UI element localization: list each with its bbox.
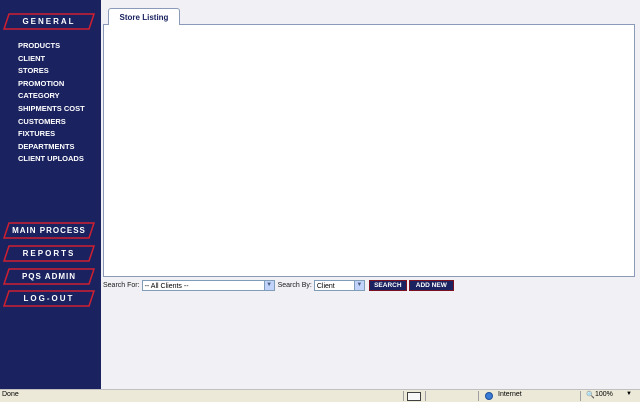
tab-store-listing-label: Store Listing — [119, 12, 169, 22]
tab-store-listing[interactable]: Store Listing — [108, 8, 180, 25]
menu-item-customers[interactable]: CUSTOMERS — [18, 116, 85, 129]
sidebar: GENERAL PRODUCTS CLIENT STORES PROMOTION… — [0, 0, 101, 389]
chevron-down-icon[interactable]: ▼ — [353, 281, 364, 290]
zoom-control[interactable]: 🔍 100% ▼ — [580, 391, 639, 401]
search-bar: Search For: -- All Clients -- ▼ Search B… — [103, 279, 454, 292]
general-menu: PRODUCTS CLIENT STORES PROMOTION CATEGOR… — [18, 40, 85, 166]
pqs-admin-button[interactable]: PQS ADMIN — [3, 268, 95, 285]
menu-item-fixtures[interactable]: FIXTURES — [18, 128, 85, 141]
general-label: GENERAL — [22, 17, 76, 26]
zoom-icon: 🔍 — [586, 392, 595, 399]
search-button-label: SEARCH — [374, 282, 402, 289]
logout-button[interactable]: LOG-OUT — [3, 290, 95, 307]
menu-item-departments[interactable]: DEPARTMENTS — [18, 141, 85, 154]
general-button[interactable]: GENERAL — [3, 13, 95, 30]
zoom-level: 100% — [595, 391, 613, 398]
globe-icon — [485, 392, 493, 400]
menu-item-client[interactable]: CLIENT — [18, 53, 85, 66]
pqs-admin-label: PQS ADMIN — [21, 272, 77, 281]
add-new-button[interactable]: ADD NEW — [408, 280, 454, 291]
search-for-value: -- All Clients -- — [144, 283, 189, 290]
lock-icon — [403, 391, 422, 401]
search-for-select[interactable]: -- All Clients -- ▼ — [141, 280, 275, 291]
search-for-label: Search For: — [103, 282, 140, 289]
chevron-down-icon[interactable]: ▼ — [626, 391, 632, 397]
reports-button[interactable]: REPORTS — [3, 245, 95, 262]
logout-label: LOG-OUT — [23, 294, 75, 303]
add-new-button-label: ADD NEW — [415, 282, 447, 289]
menu-item-stores[interactable]: STORES — [18, 65, 85, 78]
chevron-down-icon[interactable]: ▼ — [263, 281, 274, 290]
menu-item-category[interactable]: CATEGORY — [18, 90, 85, 103]
browser-status-bar: Done Internet 🔍 100% ▼ — [0, 389, 640, 402]
menu-item-products[interactable]: PRODUCTS — [18, 40, 85, 53]
search-by-value: Client — [316, 283, 335, 290]
search-by-label: Search By: — [277, 282, 312, 289]
reports-label: REPORTS — [22, 249, 76, 258]
zone-segment: Internet — [478, 391, 579, 401]
main-process-button[interactable]: MAIN PROCESS — [3, 222, 95, 239]
menu-item-promotion[interactable]: PROMOTION — [18, 78, 85, 91]
status-text: Done — [2, 391, 19, 398]
store-listing-panel — [103, 24, 635, 277]
zone-label: Internet — [498, 391, 522, 398]
status-segment — [425, 391, 476, 401]
search-by-select[interactable]: Client ▼ — [313, 280, 365, 291]
menu-item-shipments-cost[interactable]: SHIPMENTS COST — [18, 103, 85, 116]
menu-item-client-uploads[interactable]: CLIENT UPLOADS — [18, 153, 85, 166]
search-button[interactable]: SEARCH — [368, 280, 407, 291]
main-process-label: MAIN PROCESS — [12, 226, 86, 235]
